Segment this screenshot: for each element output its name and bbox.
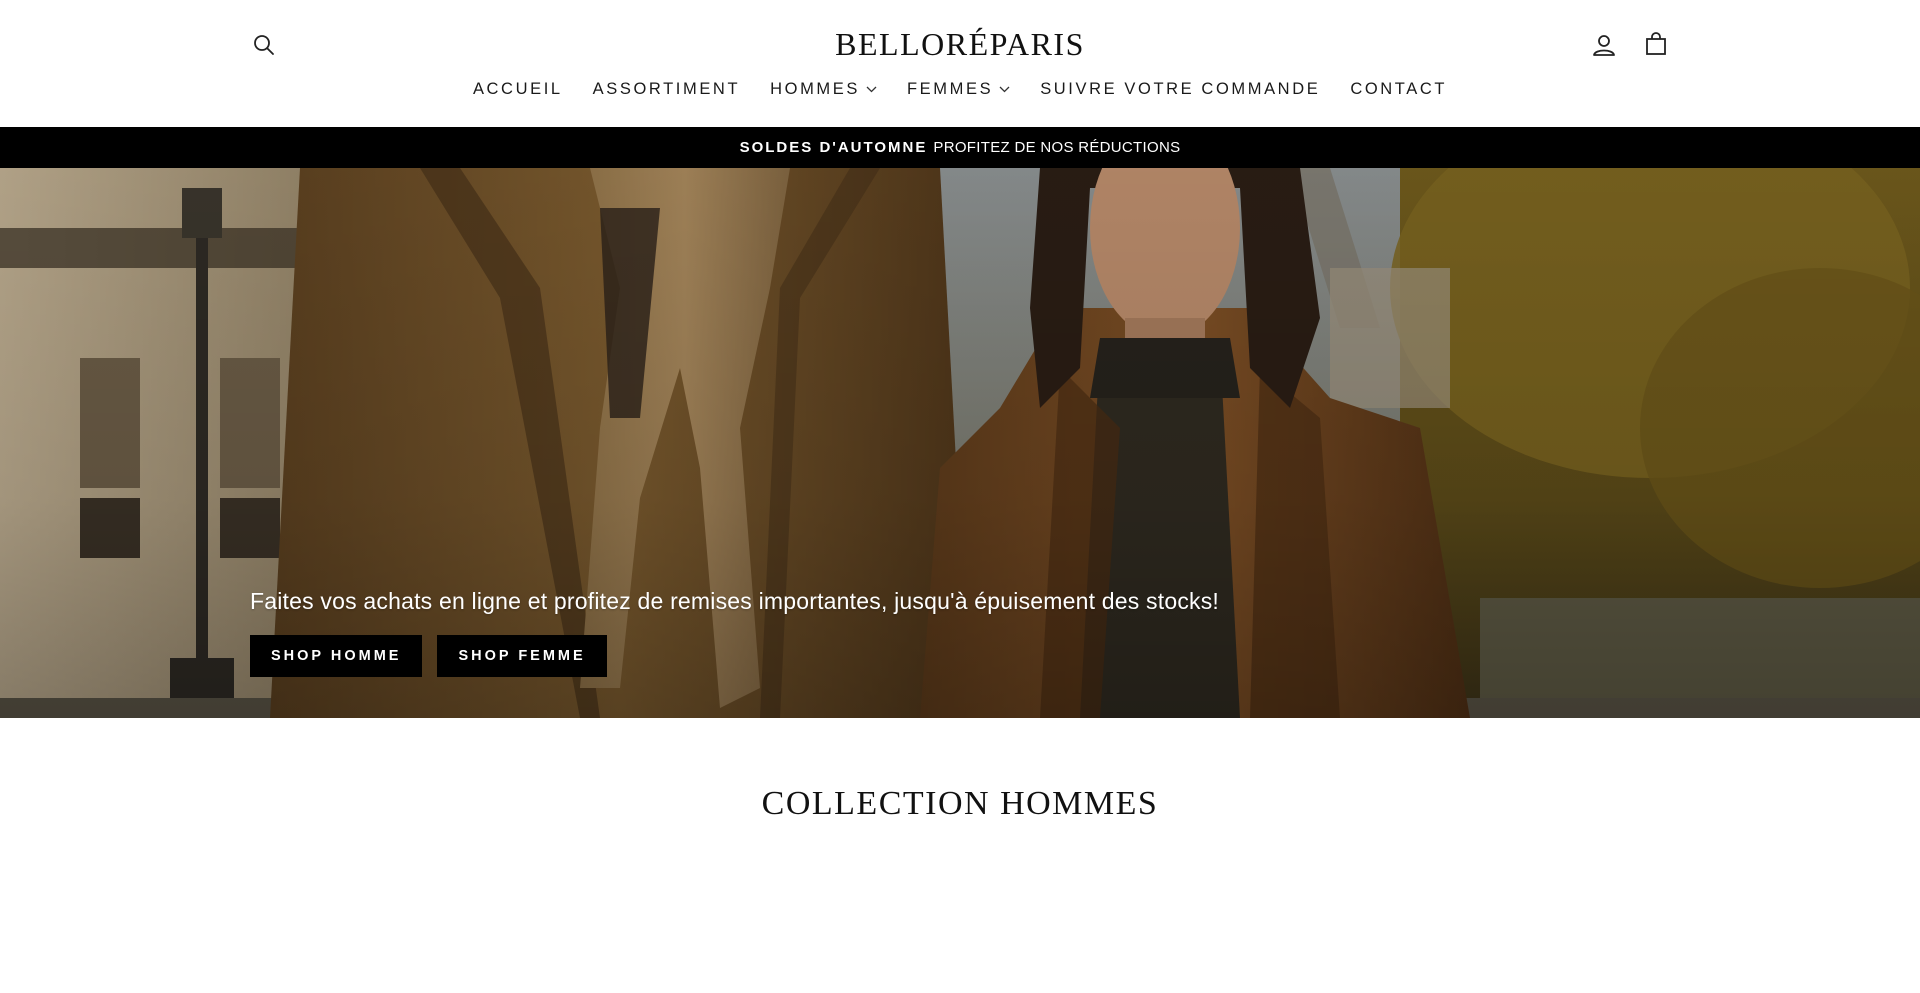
cart-button[interactable]	[1640, 28, 1672, 60]
hero-buttons: SHOP HOMME SHOP FEMME	[250, 635, 607, 677]
account-button[interactable]	[1588, 29, 1620, 61]
announcement-bar[interactable]: SOLDES D'AUTOMNE PROFITEZ DE NOS RÉDUCTI…	[0, 127, 1920, 168]
nav-item-label: HOMMES	[770, 80, 860, 98]
chevron-down-icon	[866, 86, 877, 93]
shopping-bag-icon	[1643, 31, 1669, 57]
nav-item-contact[interactable]: CONTACT	[1335, 78, 1462, 100]
hero-banner: Faites vos achats en ligne et profitez d…	[0, 168, 1920, 718]
site-header: BELLORÉPARIS ACCUEIL ASSORTIMENT HOMMES	[0, 0, 1920, 127]
site-logo[interactable]: BELLORÉPARIS	[0, 24, 1920, 64]
shop-homme-button[interactable]: SHOP HOMME	[250, 635, 423, 677]
nav-item-label: ASSORTIMENT	[592, 80, 741, 98]
nav-item-label: SUIVRE VOTRE COMMANDE	[1040, 80, 1321, 98]
announcement-bold-text: SOLDES D'AUTOMNE	[739, 139, 928, 156]
user-icon	[1591, 32, 1617, 58]
nav-item-femmes[interactable]: FEMMES	[892, 78, 1025, 100]
nav-item-hommes[interactable]: HOMMES	[755, 78, 892, 100]
nav-item-assortiment[interactable]: ASSORTIMENT	[578, 78, 755, 100]
nav-item-label: FEMMES	[907, 80, 994, 98]
main-navigation: ACCUEIL ASSORTIMENT HOMMES FEMMES SUIVRE…	[0, 78, 1920, 100]
nav-item-label: ACCUEIL	[472, 80, 563, 98]
shop-femme-button[interactable]: SHOP FEMME	[437, 635, 607, 677]
chevron-down-icon	[999, 86, 1010, 93]
hero-tagline: Faites vos achats en ligne et profitez d…	[250, 588, 1220, 614]
nav-item-label: CONTACT	[1350, 80, 1448, 98]
nav-item-suivre-commande[interactable]: SUIVRE VOTRE COMMANDE	[1025, 78, 1335, 100]
announcement-text: PROFITEZ DE NOS RÉDUCTIONS	[933, 139, 1181, 156]
collection-title: COLLECTION HOMMES	[761, 785, 1159, 822]
nav-item-accueil[interactable]: ACCUEIL	[458, 78, 578, 100]
